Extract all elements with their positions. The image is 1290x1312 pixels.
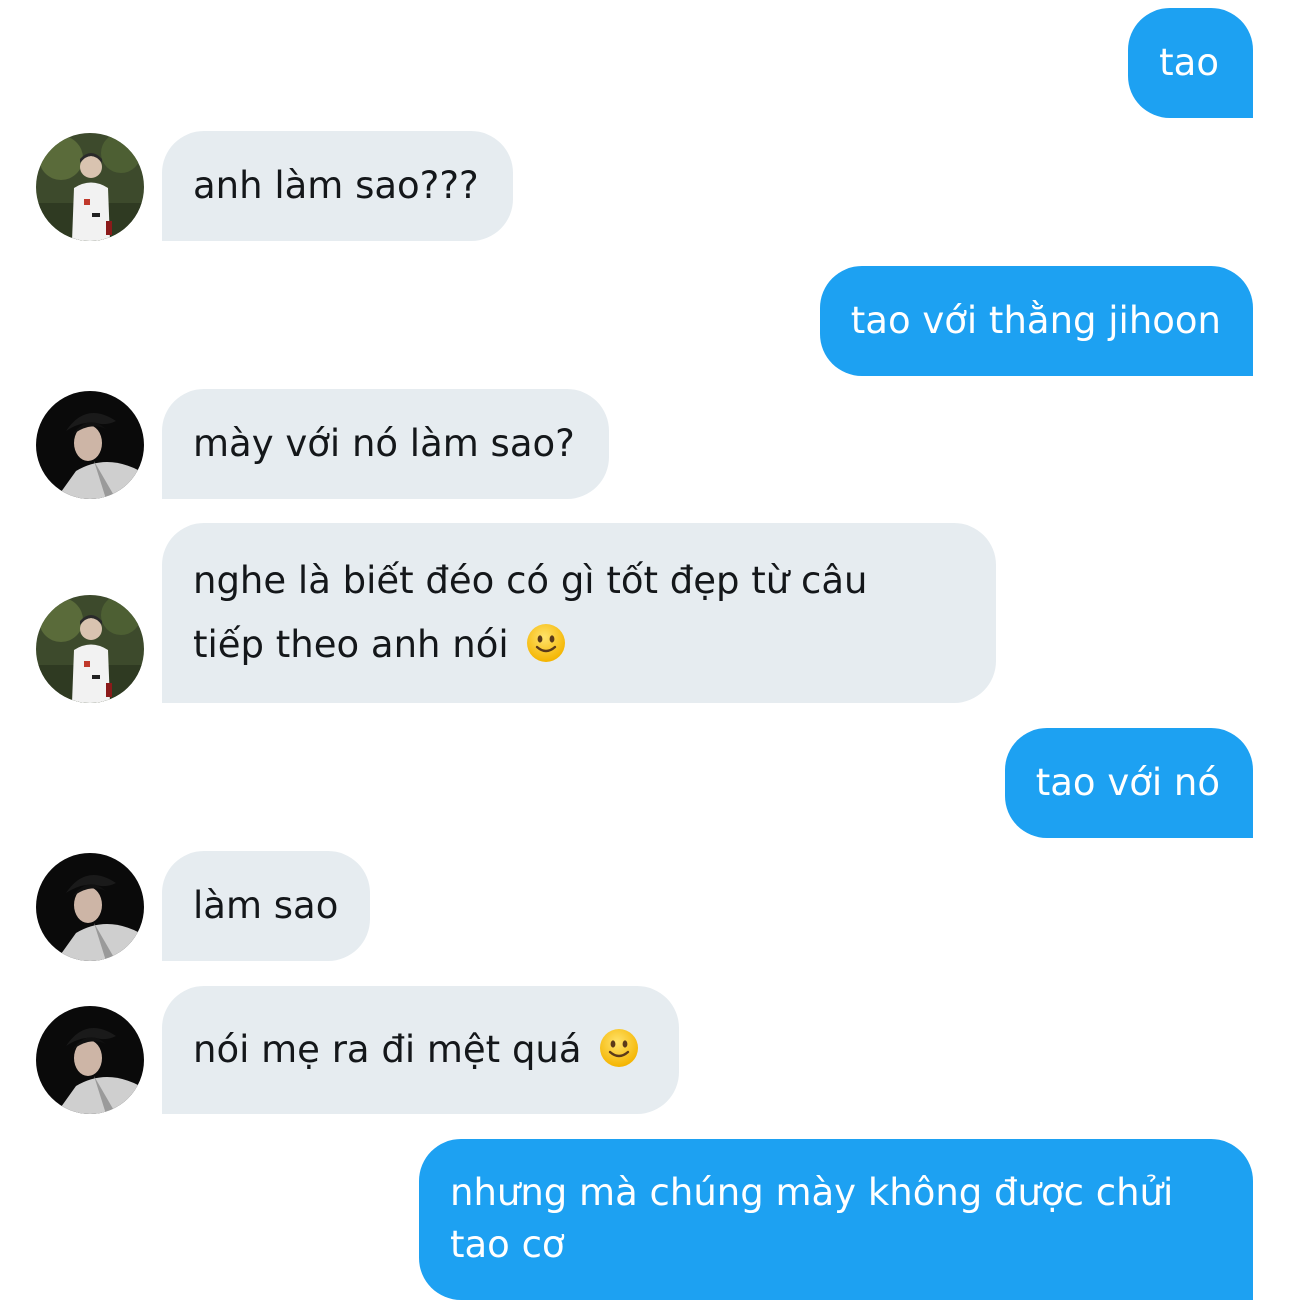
avatar[interactable] bbox=[36, 1006, 144, 1114]
avatar[interactable] bbox=[36, 853, 144, 961]
sent-message-bubble[interactable]: tao với nó bbox=[1004, 728, 1253, 838]
avatar-a-image bbox=[36, 853, 144, 961]
message-text: tao với thằng jihoon bbox=[850, 299, 1221, 342]
received-message-bubble[interactable]: nghe là biết đéo có gì tốt đẹp từ câu ti… bbox=[162, 523, 996, 703]
received-message-bubble[interactable]: anh làm sao??? bbox=[162, 131, 513, 241]
avatar[interactable] bbox=[36, 133, 144, 241]
avatar[interactable] bbox=[36, 391, 144, 499]
avatar[interactable] bbox=[36, 595, 144, 703]
received-message-bubble[interactable]: mày với nó làm sao? bbox=[162, 389, 609, 499]
slightly-smiling-face-emoji bbox=[527, 624, 566, 662]
avatar-a-image bbox=[36, 391, 144, 499]
message-text: tao với nó bbox=[1035, 761, 1220, 804]
avatar-a-image bbox=[36, 1006, 144, 1114]
message-text: làm sao bbox=[193, 884, 339, 927]
message-text: nói mẹ ra đi mệt quá bbox=[193, 1028, 582, 1071]
slightly-smiling-face-emoji bbox=[600, 1029, 639, 1067]
sent-message-bubble[interactable]: nhưng mà chúng mày không được chửi tao c… bbox=[419, 1139, 1253, 1300]
received-message-bubble[interactable]: làm sao bbox=[162, 851, 371, 961]
message-text: mày với nó làm sao? bbox=[193, 422, 575, 465]
message-text: tao bbox=[1159, 41, 1219, 84]
message-text: anh làm sao??? bbox=[193, 164, 479, 207]
received-message-bubble[interactable]: nói mẹ ra đi mệt quá bbox=[162, 986, 680, 1114]
sent-message-bubble[interactable]: tao với thằng jihoon bbox=[819, 266, 1253, 376]
avatar-b-image bbox=[36, 133, 144, 241]
sent-message-bubble[interactable]: tao bbox=[1128, 8, 1253, 118]
message-text: nhưng mà chúng mày không được chửi tao c… bbox=[450, 1171, 1174, 1266]
avatar-b-image bbox=[36, 595, 144, 703]
